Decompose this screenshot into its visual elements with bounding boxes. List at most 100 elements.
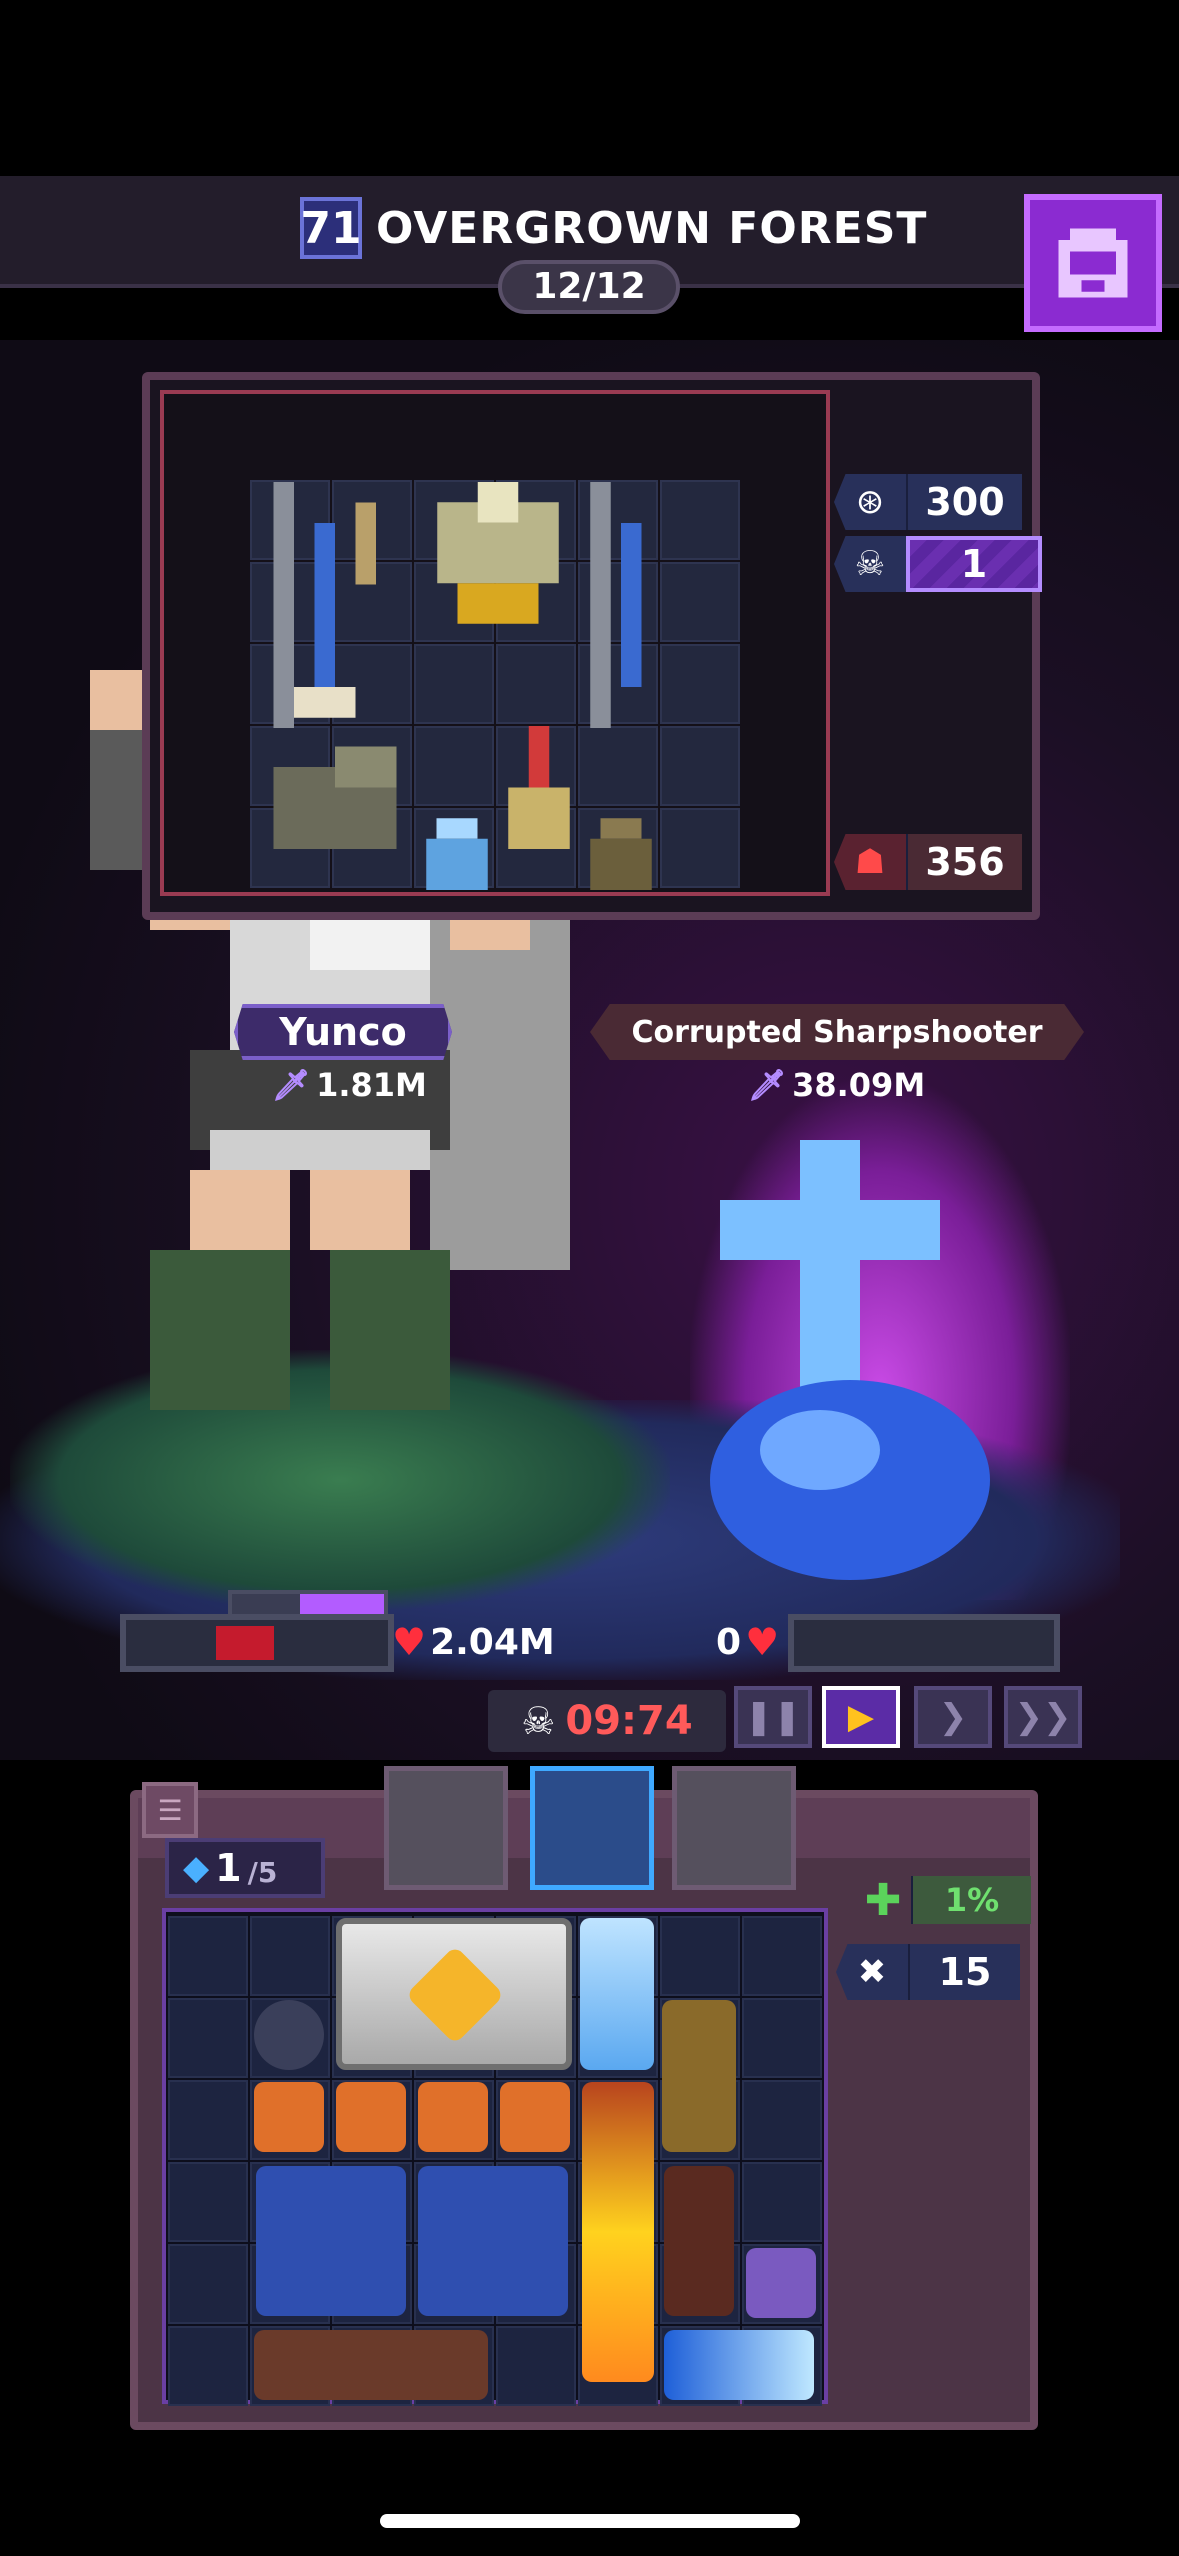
inventory-cell[interactable] — [660, 1916, 740, 1996]
hero-portrait-warrior[interactable] — [384, 1766, 508, 1890]
bow-item-icon — [664, 2166, 734, 2316]
list-icon: ☰ — [157, 1793, 183, 1827]
gem-max: /5 — [247, 1855, 278, 1889]
medal-item-icon — [508, 726, 570, 849]
chevron-right-icon: ❯ — [938, 1697, 968, 1737]
enemies-stat: ✖ 15 — [836, 1944, 1020, 2000]
hand-item-icon — [746, 2248, 816, 2318]
loot-cell[interactable] — [660, 562, 740, 642]
enemy-sprite — [710, 1140, 990, 1580]
inventory-cell[interactable] — [496, 2326, 576, 2406]
home-indicator[interactable] — [380, 2514, 800, 2528]
hero-portrait-knight[interactable] — [672, 1766, 796, 1890]
gold-value: 300 — [906, 474, 1022, 530]
backpack-icon: ☗ — [834, 834, 906, 890]
inventory-cell[interactable] — [742, 2162, 822, 2242]
eagle-statue-item-icon — [273, 746, 397, 849]
hero-hp-value: 2.04M — [430, 1621, 555, 1663]
inventory-cell[interactable] — [168, 1998, 248, 2078]
stage-title: OVERGROWN FOREST — [376, 202, 928, 254]
loot-cell[interactable] — [496, 644, 576, 724]
potion-item-icon — [254, 2082, 324, 2152]
fastest-forward-button[interactable]: ❯❯ — [1004, 1686, 1082, 1748]
loot-cell[interactable] — [660, 726, 740, 806]
lantern-item-icon — [662, 2000, 736, 2152]
gem-value: 1 — [215, 1846, 242, 1890]
enemy-power-value: 38.09M — [792, 1066, 926, 1104]
hero-hp-fill — [216, 1626, 274, 1660]
hero-hp: ♥ 2.04M — [392, 1620, 555, 1664]
loot-cell[interactable] — [414, 726, 494, 806]
heart-icon: ♥ — [745, 1620, 780, 1664]
ice-arrow-item-icon — [664, 2330, 814, 2400]
potion-item-icon — [336, 2082, 406, 2152]
inventory-cell[interactable] — [168, 2326, 248, 2406]
loot-cell[interactable] — [660, 808, 740, 888]
crystal-item-icon — [580, 1918, 654, 2070]
skull-icon: ☠ — [521, 1699, 556, 1743]
hero-shield-fill — [300, 1594, 384, 1614]
skull-icon: ☠ — [834, 536, 906, 592]
enemy-item-power-value: 356 — [906, 834, 1022, 890]
eagle-item-icon — [437, 482, 559, 624]
crossed-swords-icon: ✖ — [836, 1944, 908, 2000]
bow-item-icon — [590, 482, 642, 728]
play-icon: ▶ — [847, 1697, 875, 1737]
hero-power-value: 1.81M — [316, 1066, 427, 1104]
inventory-cell[interactable] — [742, 1998, 822, 2078]
inventory-cell[interactable] — [168, 2244, 248, 2324]
gold-stat: ⊛ 300 — [834, 474, 1022, 530]
pause-button[interactable]: ❚❚ — [734, 1686, 812, 1748]
coin-icon: ⊛ — [834, 474, 906, 530]
loot-cell[interactable] — [660, 644, 740, 724]
heal-value: 1% — [911, 1876, 1031, 1924]
loot-cell[interactable] — [578, 726, 658, 806]
ring-item-icon — [254, 2000, 324, 2070]
double-chevron-icon: ❯❯ — [1014, 1697, 1072, 1737]
potion-item-icon — [426, 818, 488, 890]
battle-timer: ☠ 09:74 — [488, 1690, 726, 1752]
bow-item-icon — [273, 482, 376, 728]
inventory-cell[interactable] — [168, 2162, 248, 2242]
gem-icon: ◆ — [183, 1848, 210, 1888]
wolf-item-icon — [418, 2166, 568, 2316]
hero-portrait-wolf[interactable] — [530, 1766, 654, 1890]
flame-sword-item-icon — [582, 2082, 654, 2382]
fast-forward-button[interactable]: ❯ — [914, 1686, 992, 1748]
inventory-cell[interactable] — [250, 1916, 330, 1996]
hero-hp-bar — [120, 1614, 394, 1672]
inventory-menu-button[interactable]: ☰ — [142, 1782, 198, 1838]
inventory-cell[interactable] — [742, 1916, 822, 1996]
inventory-cell[interactable] — [168, 2080, 248, 2160]
kills-stat: ☠ 1 — [834, 536, 1042, 592]
stage-header: 71 OVERGROWN FOREST — [300, 196, 927, 260]
kills-value: 1 — [906, 536, 1042, 592]
sword-icon: 🗡 — [748, 1067, 787, 1103]
enemy-power: 🗡 38.09M — [748, 1066, 925, 1104]
pause-icon: ❚❚ — [744, 1697, 802, 1737]
potion-item-icon — [418, 2082, 488, 2152]
sack-item-icon — [590, 818, 652, 890]
heal-stat: ✚ 1% — [855, 1872, 1031, 1928]
enemy-hp-value: 0 — [716, 1621, 742, 1663]
hero-name: Yunco — [234, 1004, 452, 1060]
enemy-hp-bar — [788, 1614, 1060, 1672]
gem-counter: ◆ 1 /5 — [165, 1838, 325, 1898]
inventory-cell[interactable] — [742, 2080, 822, 2160]
sword-icon: 🗡 — [272, 1067, 311, 1103]
play-button[interactable]: ▶ — [822, 1686, 900, 1748]
heart-icon: ♥ — [392, 1620, 427, 1664]
timer-text: 09:74 — [565, 1698, 693, 1744]
potion-item-icon — [500, 2082, 570, 2152]
enemies-value: 15 — [908, 1944, 1020, 2000]
enemy-item-power-stat: ☗ 356 — [834, 834, 1022, 890]
wolf-item-icon — [256, 2166, 406, 2316]
backpack-button[interactable] — [1024, 194, 1162, 332]
loot-cell[interactable] — [660, 480, 740, 560]
enemy-name: Corrupted Sharpshooter — [590, 1004, 1084, 1060]
plus-icon: ✚ — [864, 1874, 902, 1926]
backpack-icon — [1058, 228, 1128, 298]
loot-cell[interactable] — [414, 644, 494, 724]
enemy-hp: 0 ♥ — [716, 1620, 779, 1664]
inventory-cell[interactable] — [168, 1916, 248, 1996]
